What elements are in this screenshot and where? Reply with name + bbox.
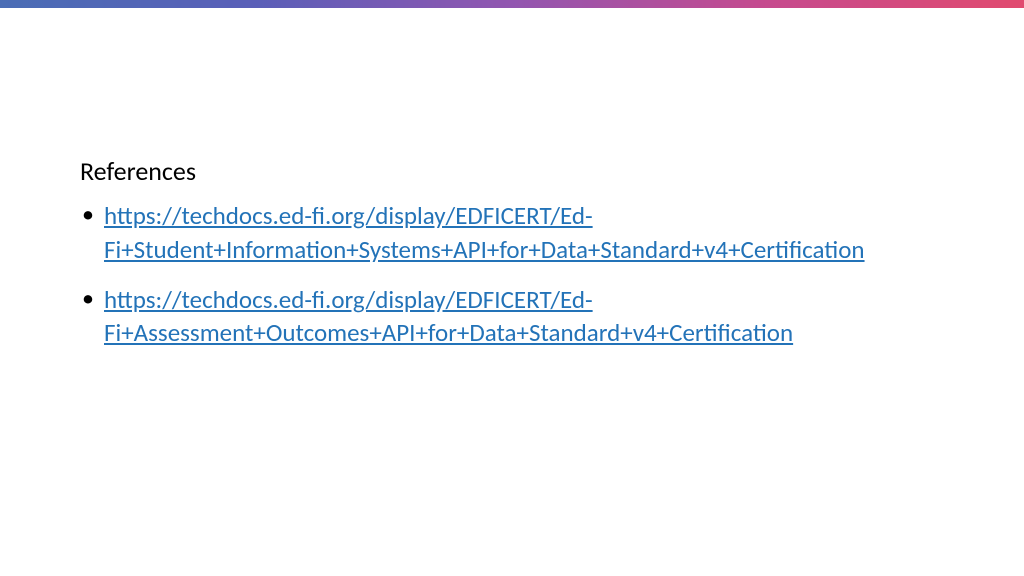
references-heading: References	[80, 155, 959, 187]
reference-link[interactable]: https://techdocs.ed-fi.org/display/EDFIC…	[104, 284, 793, 349]
references-list: https://techdocs.ed-fi.org/display/EDFIC…	[80, 199, 959, 350]
list-item: https://techdocs.ed-fi.org/display/EDFIC…	[80, 283, 959, 351]
top-gradient-border	[0, 0, 1024, 8]
reference-link[interactable]: https://techdocs.ed-fi.org/display/EDFIC…	[104, 200, 865, 265]
list-item: https://techdocs.ed-fi.org/display/EDFIC…	[80, 199, 959, 267]
slide-content: References https://techdocs.ed-fi.org/di…	[80, 155, 959, 366]
